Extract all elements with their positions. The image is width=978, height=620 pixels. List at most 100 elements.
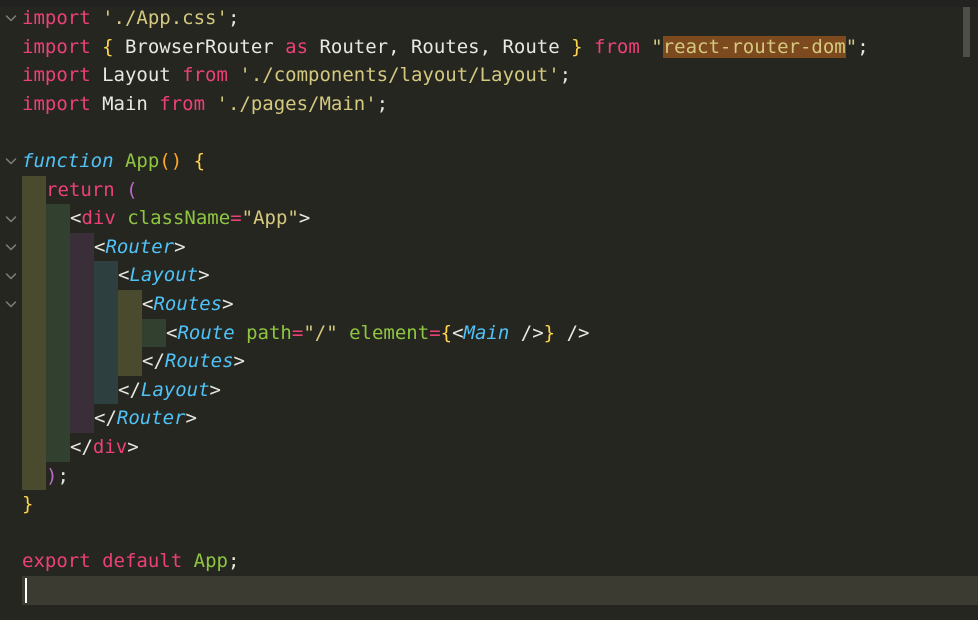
code-token: { [102, 36, 113, 58]
code-editor[interactable]: import './App.css';import { BrowserRoute… [0, 0, 978, 620]
code-token: = [230, 207, 241, 229]
code-line[interactable]: <Routes> [22, 290, 234, 319]
code-token: < [118, 264, 129, 286]
code-token: < [142, 293, 153, 315]
code-line[interactable]: </Routes> [22, 347, 245, 376]
vertical-scrollbar[interactable] [964, 0, 978, 620]
code-token: "/" [303, 322, 337, 344]
code-token: = [429, 322, 440, 344]
code-token: import [22, 36, 91, 58]
code-token: element [349, 322, 429, 344]
code-token: = [292, 322, 303, 344]
code-token: from [159, 93, 205, 115]
code-token: './pages/Main' [217, 93, 377, 115]
code-token [235, 322, 246, 344]
code-line[interactable]: import { BrowserRouter as Router, Routes… [22, 33, 869, 62]
code-token: ( [126, 179, 137, 201]
code-token: from [594, 36, 640, 58]
code-token: ; [560, 64, 571, 86]
code-token: ; [228, 550, 239, 572]
scrollbar-thumb[interactable] [963, 7, 970, 57]
code-token: ; [377, 93, 388, 115]
code-token: { [441, 322, 452, 344]
code-token [182, 550, 193, 572]
code-token: Layout [141, 379, 210, 401]
code-content[interactable]: import './App.css';import { BrowserRoute… [0, 0, 978, 620]
code-token: Layout [91, 64, 183, 86]
code-token: ; [57, 465, 68, 487]
code-line[interactable]: <div className="App"> [22, 204, 310, 233]
code-line[interactable]: import './App.css'; [22, 4, 239, 33]
code-token [228, 64, 239, 86]
code-token: './components/layout/Layout' [239, 64, 559, 86]
code-token: Routes [165, 350, 234, 372]
code-line[interactable]: </Router> [22, 404, 197, 433]
text-cursor [25, 578, 27, 603]
code-token: > [186, 407, 197, 429]
code-token: > [234, 350, 245, 372]
code-token: import [22, 64, 91, 86]
code-token: < [452, 322, 463, 344]
code-token [114, 150, 125, 172]
code-token [338, 322, 349, 344]
code-token: > [222, 293, 233, 315]
code-line[interactable]: <Route path="/" element={<Main />} /> [22, 319, 589, 348]
code-token: > [174, 236, 185, 258]
code-line[interactable]: function App() { [22, 147, 205, 176]
code-token: default [102, 550, 182, 572]
code-token [116, 207, 127, 229]
code-token: import [22, 7, 91, 29]
code-token: Router, Routes, Route [308, 36, 571, 58]
code-token [583, 36, 594, 58]
code-token: ) [46, 465, 57, 487]
code-line[interactable]: <Router> [22, 233, 186, 262]
code-line[interactable]: return ( [22, 176, 138, 205]
code-token [91, 36, 102, 58]
code-token: as [285, 36, 308, 58]
code-token: Router [117, 407, 186, 429]
code-token: } [571, 36, 582, 58]
code-token: className [127, 207, 230, 229]
code-token: () [159, 150, 182, 172]
code-token: /> [567, 322, 590, 344]
code-line[interactable]: </div> [22, 433, 139, 462]
code-line[interactable]: } [22, 490, 33, 519]
code-token: ; [857, 36, 868, 58]
code-token: BrowserRouter [114, 36, 286, 58]
code-token: </ [142, 350, 165, 372]
code-line[interactable]: import Layout from './components/layout/… [22, 61, 571, 90]
code-token: export [22, 550, 91, 572]
code-token [115, 179, 126, 201]
code-token: div [81, 207, 115, 229]
code-token: Routes [153, 293, 222, 315]
code-token: "App" [242, 207, 299, 229]
code-token: ; [228, 7, 239, 29]
code-token: path [246, 322, 292, 344]
code-token: './App.css' [102, 7, 228, 29]
code-token: function [22, 150, 114, 172]
code-line[interactable]: <Layout> [22, 261, 210, 290]
code-token: > [299, 207, 310, 229]
code-token [555, 322, 566, 344]
code-line[interactable]: import Main from './pages/Main'; [22, 90, 388, 119]
code-token: from [182, 64, 228, 86]
code-token: < [94, 236, 105, 258]
code-token: Layout [129, 264, 198, 286]
code-token: Main [464, 322, 510, 344]
code-line[interactable]: </Layout> [22, 376, 221, 405]
code-line[interactable]: export default App; [22, 547, 239, 576]
code-token: return [46, 179, 115, 201]
code-token: </ [94, 407, 117, 429]
code-token: < [166, 322, 177, 344]
code-token [640, 36, 651, 58]
code-token [182, 150, 193, 172]
code-line[interactable]: ); [22, 462, 69, 491]
code-token: > [127, 436, 138, 458]
code-token: Route [177, 322, 234, 344]
code-token: { [194, 150, 205, 172]
selected-token: react-router-dom [663, 36, 846, 58]
code-token [91, 550, 102, 572]
code-token: </ [118, 379, 141, 401]
code-token: App [125, 150, 159, 172]
code-token [509, 322, 520, 344]
